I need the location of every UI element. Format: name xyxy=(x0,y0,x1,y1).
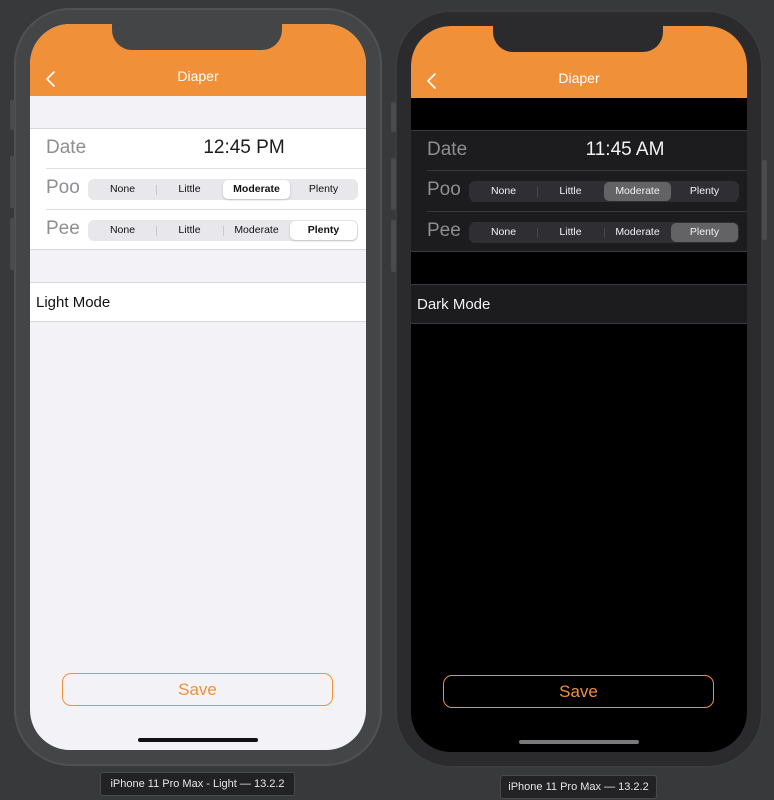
poo-option-none[interactable]: None xyxy=(470,182,538,201)
simulator-device-label: iPhone 11 Pro Max — 13.2.2 xyxy=(500,775,657,799)
pee-option-plenty[interactable]: Plenty xyxy=(290,221,357,240)
poo-row: Poo None Little Moderate Plenty xyxy=(411,171,747,211)
date-label: Date xyxy=(427,139,468,160)
notch xyxy=(493,26,663,52)
time-value[interactable]: 11:45 AM xyxy=(511,139,739,161)
poo-label: Poo xyxy=(427,179,461,200)
volume-up-button xyxy=(391,158,396,210)
poo-option-moderate[interactable]: Moderate xyxy=(223,180,290,199)
pee-row: Pee None Little Moderate Plenty xyxy=(411,212,747,252)
save-button[interactable]: Save xyxy=(62,673,333,706)
pee-row: Pee None Little Moderate Plenty xyxy=(30,210,366,250)
poo-option-plenty[interactable]: Plenty xyxy=(290,180,357,199)
poo-option-moderate[interactable]: Moderate xyxy=(604,182,671,201)
save-button[interactable]: Save xyxy=(443,675,714,708)
poo-option-plenty[interactable]: Plenty xyxy=(671,182,738,201)
date-row[interactable]: Date 11:45 AM xyxy=(411,131,747,171)
poo-row: Poo None Little Moderate Plenty xyxy=(30,169,366,209)
home-indicator[interactable] xyxy=(138,738,258,742)
poo-segmented-control: None Little Moderate Plenty xyxy=(469,181,739,202)
mode-cell: Dark Mode xyxy=(411,284,747,324)
home-indicator[interactable] xyxy=(519,740,639,744)
time-value[interactable]: 12:45 PM xyxy=(130,137,358,159)
pee-option-little[interactable]: Little xyxy=(156,221,224,240)
poo-option-none[interactable]: None xyxy=(89,180,157,199)
mute-switch xyxy=(391,102,396,132)
pee-option-none[interactable]: None xyxy=(89,221,157,240)
nav-title: Diaper xyxy=(558,70,600,86)
poo-option-little[interactable]: Little xyxy=(537,182,604,201)
poo-segmented-control: None Little Moderate Plenty xyxy=(88,179,358,200)
pee-label: Pee xyxy=(427,220,461,241)
mute-switch xyxy=(10,100,15,130)
pee-option-moderate[interactable]: Moderate xyxy=(223,221,290,240)
simulator-device-label: iPhone 11 Pro Max - Light — 13.2.2 xyxy=(100,772,295,796)
diaper-form: Date 12:45 PM Poo None Little Moderate P… xyxy=(30,128,366,250)
date-label: Date xyxy=(46,137,87,158)
volume-up-button xyxy=(10,156,15,208)
device-frame-light: Diaper Date 12:45 PM Poo None Little Mod… xyxy=(10,8,382,766)
diaper-form: Date 11:45 AM Poo None Little Moderate P… xyxy=(411,130,747,252)
screen-light: Diaper Date 12:45 PM Poo None Little Mod… xyxy=(30,24,366,750)
power-button xyxy=(762,160,767,240)
mode-cell: Light Mode xyxy=(30,282,366,322)
pee-option-plenty[interactable]: Plenty xyxy=(671,223,738,242)
nav-title: Diaper xyxy=(177,68,219,84)
pee-segmented-control: None Little Moderate Plenty xyxy=(469,222,739,243)
pee-segmented-control: None Little Moderate Plenty xyxy=(88,220,358,241)
volume-down-button xyxy=(391,220,396,272)
pee-option-none[interactable]: None xyxy=(470,223,538,242)
date-row[interactable]: Date 12:45 PM xyxy=(30,129,366,169)
pee-label: Pee xyxy=(46,218,80,239)
poo-label: Poo xyxy=(46,177,80,198)
device-frame-dark: Diaper Date 11:45 AM Poo None Little Mod… xyxy=(391,10,767,768)
notch xyxy=(112,24,282,50)
screen-dark: Diaper Date 11:45 AM Poo None Little Mod… xyxy=(411,26,747,752)
pee-option-little[interactable]: Little xyxy=(537,223,605,242)
pee-option-moderate[interactable]: Moderate xyxy=(604,223,671,242)
poo-option-little[interactable]: Little xyxy=(156,180,223,199)
volume-down-button xyxy=(10,218,15,270)
